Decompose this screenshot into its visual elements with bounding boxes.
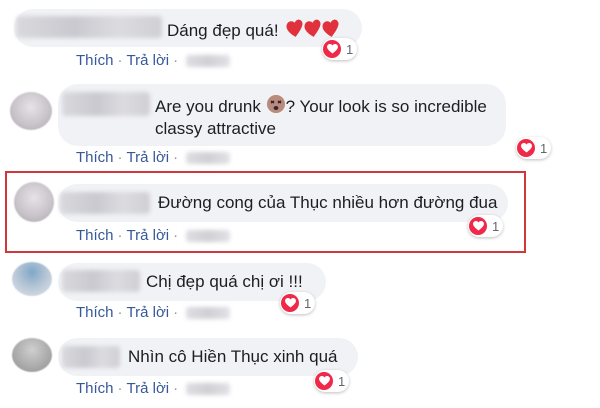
avatar[interactable]	[12, 338, 52, 372]
reaction-count: 1	[304, 295, 312, 311]
separator-dot: ·	[173, 227, 179, 244]
blurred-timestamp[interactable]	[186, 383, 231, 396]
like-link[interactable]: Thích	[76, 227, 114, 244]
love-reaction-icon	[315, 372, 333, 390]
separator-dot: ·	[117, 227, 123, 244]
like-link[interactable]: Thích	[76, 149, 114, 166]
separator-dot: ·	[117, 380, 123, 397]
separator-dot: ·	[117, 52, 123, 69]
reaction-badge[interactable]: 1	[516, 137, 552, 159]
separator-dot: ·	[117, 304, 123, 321]
reply-link[interactable]: Trả lời	[127, 149, 170, 166]
separator-dot: ·	[173, 304, 179, 321]
blurred-timestamp[interactable]	[186, 152, 231, 165]
reaction-count: 1	[492, 218, 500, 234]
comment-text-line-2: classy attractive	[155, 119, 276, 138]
separator-dot: ·	[117, 149, 123, 166]
blurred-timestamp[interactable]	[186, 55, 231, 68]
separator-dot: ·	[173, 380, 179, 397]
reaction-badge[interactable]: 1	[314, 370, 350, 392]
love-reaction-icon	[281, 294, 299, 312]
comment-actions: Thích · Trả lời ·	[76, 52, 231, 69]
reaction-badge[interactable]: 1	[280, 292, 316, 314]
reaction-badge[interactable]: 1	[322, 38, 358, 60]
comment-text-part-2: ? Your look is so incredible	[285, 96, 487, 116]
comment-actions: Thích · Trả lời ·	[76, 149, 231, 166]
reaction-count: 1	[338, 373, 346, 389]
comment-text: Nhìn cô Hiền Thục xinh quá	[128, 347, 338, 366]
love-reaction-icon	[469, 217, 487, 235]
avatar[interactable]	[12, 262, 52, 296]
blurred-timestamp[interactable]	[186, 307, 231, 320]
blurred-author-name[interactable]	[16, 16, 162, 38]
blurred-timestamp[interactable]	[186, 230, 231, 243]
like-link[interactable]: Thích	[76, 304, 114, 321]
avatar[interactable]	[10, 92, 52, 130]
reaction-count: 1	[346, 41, 354, 57]
comment-text: Chị đẹp quá chị ơi !!!	[146, 272, 303, 291]
comment-actions: Thích · Trả lời ·	[76, 304, 231, 321]
reply-link[interactable]: Trả lời	[127, 52, 170, 69]
comment-actions: Thích · Trả lời ·	[76, 380, 231, 397]
separator-dot: ·	[173, 52, 179, 69]
like-link[interactable]: Thích	[76, 380, 114, 397]
blurred-author-name[interactable]	[62, 92, 150, 116]
separator-dot: ·	[173, 149, 179, 166]
comment-actions: Thích · Trả lời ·	[76, 227, 231, 244]
blurred-author-name[interactable]	[62, 346, 120, 368]
reply-link[interactable]: Trả lời	[127, 380, 170, 397]
avatar[interactable]	[14, 182, 54, 222]
blurred-author-name[interactable]	[62, 270, 140, 292]
comment-text-part-1: Are you drunk	[155, 96, 261, 116]
reply-link[interactable]: Trả lời	[127, 227, 170, 244]
like-link[interactable]: Thích	[76, 52, 114, 69]
blurred-author-name[interactable]	[60, 192, 150, 214]
comment-text: Đường cong của Thục nhiều hơn đường đua	[158, 193, 498, 212]
love-reaction-icon	[517, 139, 535, 157]
comment-text: Dáng đẹp quá!	[167, 17, 339, 46]
comment-text-content: Dáng đẹp quá!	[167, 20, 279, 40]
reply-link[interactable]: Trả lời	[127, 304, 170, 321]
reaction-badge[interactable]: 1	[468, 215, 504, 237]
love-reaction-icon	[323, 40, 341, 58]
reaction-count: 1	[540, 140, 548, 156]
